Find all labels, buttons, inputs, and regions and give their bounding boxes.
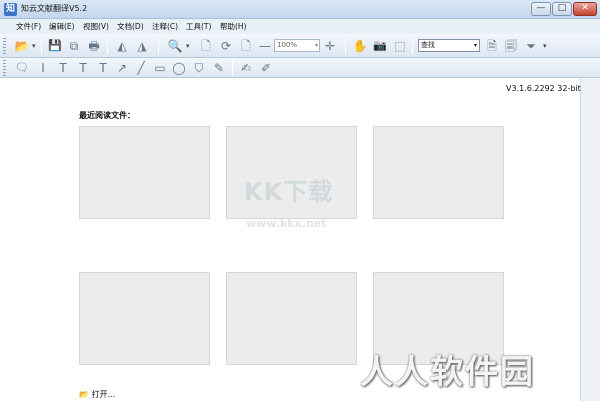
menu-document[interactable]: 文档(D) (117, 21, 144, 32)
ellipse-tool-icon[interactable]: ◯ (171, 60, 187, 76)
stamp-tool-icon[interactable]: ⛉ (191, 60, 207, 76)
open-file-link[interactable]: 📂 打开... (79, 389, 115, 400)
edit-annotation-icon[interactable]: ✍ (238, 60, 254, 76)
kkx-watermark-logo: KK下载 (244, 178, 334, 206)
zoom-level-value: 100% (277, 41, 298, 49)
search-select[interactable]: 查找 ▾ (418, 39, 480, 52)
save-icon[interactable]: 💾 (47, 38, 63, 54)
rotate-page-icon[interactable]: ⟳ (218, 38, 234, 54)
menu-file[interactable]: 文件(F) (16, 21, 41, 32)
annotation-toolbar: 🗨 Ⅰ T T T ↗ ╱ ▭ ◯ ⛉ ✎ ✍ ✐ (0, 58, 600, 78)
open-folder-icon[interactable]: 📂 (14, 38, 30, 54)
rectangle-tool-icon[interactable]: ▭ (152, 60, 168, 76)
fit-page-icon[interactable]: 🗋 (198, 38, 214, 54)
text-highlight-icon[interactable]: T (55, 60, 71, 76)
open-file-label: 打开... (91, 390, 116, 399)
filter-dropdown-icon[interactable]: ▾ (543, 38, 547, 54)
zoom-level-input[interactable]: 100% ▾ (274, 39, 320, 52)
minimize-button[interactable]: — (531, 2, 551, 16)
recent-file-thumbnail-5[interactable] (226, 272, 357, 365)
recent-files-heading: 最近阅读文件： (79, 111, 135, 120)
menu-view[interactable]: 视图(V) (83, 21, 109, 32)
rr-watermark: 人人软件园 (360, 352, 535, 391)
search-select-value: 查找 (421, 41, 435, 49)
edit-text-icon[interactable]: ✐ (258, 60, 274, 76)
maximize-button[interactable]: □ (552, 2, 572, 16)
recent-file-thumbnail-4[interactable] (79, 272, 210, 365)
zoom-dropdown-icon[interactable]: ▾ (186, 38, 190, 54)
filter-icon[interactable]: ⏷ (523, 38, 539, 54)
search-dropdown-icon[interactable]: ▾ (474, 40, 477, 51)
text-cursor-icon[interactable]: Ⅰ (35, 60, 51, 76)
app-icon: 知 (4, 3, 17, 16)
version-label: V3.1.6.2292 32-bit (506, 84, 581, 93)
select-tool-icon[interactable]: ⬚ (392, 38, 408, 54)
text-underline-icon[interactable]: T (75, 60, 91, 76)
kkx-watermark-url: www.kkx.net (246, 217, 327, 230)
zoom-in-icon[interactable]: 🔍 (167, 38, 183, 54)
right-panel-edge (580, 78, 600, 401)
folder-icon: 📂 (79, 390, 89, 399)
pen-tool-icon[interactable]: ✎ (211, 60, 227, 76)
snapshot-icon[interactable]: 📷 (372, 38, 388, 54)
note-icon[interactable]: 🗨 (14, 60, 30, 76)
title-bar: 知 知云文献翻译V5.2 — □ ✕ (0, 0, 600, 19)
open-dropdown-icon[interactable]: ▾ (32, 38, 36, 54)
menu-help[interactable]: 帮助(H) (220, 21, 247, 32)
menu-bar: 文件(F) 编辑(E) 视图(V) 文档(D) 注释(C) 工具(T) 帮助(H… (0, 19, 600, 34)
copy-icon[interactable]: ⧉ (66, 38, 82, 54)
hand-tool-icon[interactable]: ✋ (352, 38, 368, 54)
recent-file-thumbnail-3[interactable] (373, 126, 504, 219)
toolbar-grip[interactable] (3, 38, 6, 54)
window-title: 知云文献翻译V5.2 (21, 4, 88, 13)
print-icon[interactable]: 🖶 (86, 38, 102, 54)
menu-edit[interactable]: 编辑(E) (49, 21, 75, 32)
rotate-left-icon[interactable]: ◭ (114, 38, 130, 54)
find-prev-icon[interactable]: 🗎 (484, 38, 500, 54)
line-tool-icon[interactable]: ╱ (133, 60, 149, 76)
zoom-level-dropdown-icon[interactable]: ▾ (315, 40, 318, 51)
menu-tools[interactable]: 工具(T) (186, 21, 211, 32)
close-button[interactable]: ✕ (573, 2, 597, 16)
rotate-right-icon[interactable]: ◮ (134, 38, 150, 54)
page-icon[interactable]: 🗋 (238, 38, 254, 54)
menu-annotate[interactable]: 注释(C) (152, 21, 178, 32)
find-next-icon[interactable]: 🗐 (503, 38, 519, 54)
toolbar-grip[interactable] (3, 60, 6, 76)
zoom-plus-icon[interactable]: ✛ (322, 38, 338, 54)
arrow-tool-icon[interactable]: ↗ (114, 60, 130, 76)
text-strike-icon[interactable]: T (95, 60, 111, 76)
recent-file-thumbnail-1[interactable] (79, 126, 210, 219)
zoom-out-icon[interactable]: — (257, 38, 273, 54)
